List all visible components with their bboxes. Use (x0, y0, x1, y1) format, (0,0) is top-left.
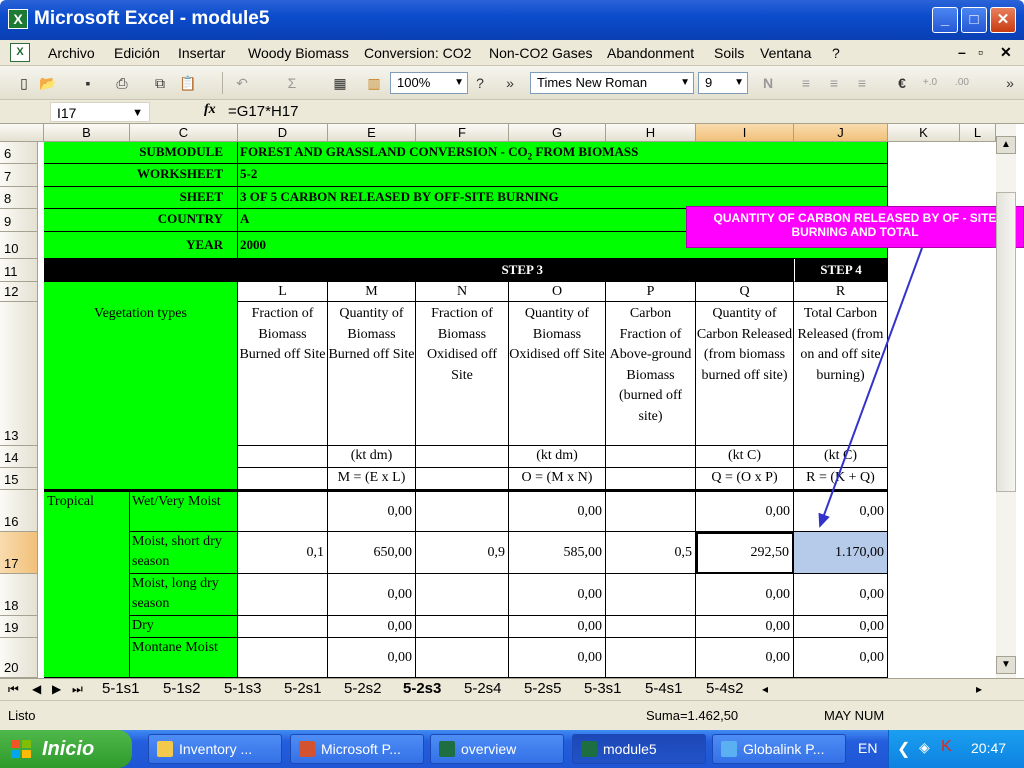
doc-restore-button[interactable]: ▫ (978, 44, 983, 60)
copy-icon[interactable]: ⧉ (150, 74, 170, 92)
excel-icon (439, 741, 455, 757)
close-button[interactable]: ✕ (990, 7, 1016, 33)
antivirus-icon[interactable]: K (941, 738, 952, 756)
status-bar: Listo Suma=1.462,50 MAY NUM (0, 700, 1024, 730)
menu-conversion-co2[interactable]: Conversion: CO2 (364, 45, 471, 61)
decrease-decimal-icon[interactable]: .00 (952, 74, 972, 92)
sheet-tab-bar: ⏮ ◀ ▶ ⏭ 5-1s1 5-1s2 5-1s3 5-2s1 5-2s2 5-… (0, 678, 1024, 700)
next-sheet-icon[interactable]: ▶ (52, 682, 61, 696)
window-title: Microsoft Excel - module5 (34, 8, 270, 29)
sheet-tab[interactable]: 5-1s2 (163, 680, 201, 697)
help-icon[interactable]: ? (470, 74, 490, 92)
maximize-button[interactable]: □ (961, 7, 987, 33)
font-size-select[interactable]: 9 ▼ (698, 72, 748, 94)
sheet-tab[interactable]: 5-2s2 (344, 680, 382, 697)
vertical-scrollbar[interactable]: ▲ ▼ (996, 124, 1016, 678)
function-icon[interactable]: ▦ (330, 74, 350, 92)
menu-ventana[interactable]: Ventana (760, 45, 811, 61)
last-sheet-icon[interactable]: ⏭ (72, 682, 83, 697)
toolbar-separator (222, 72, 223, 94)
sheet-tab[interactable]: 5-2s4 (464, 680, 502, 697)
paste-icon[interactable]: 📋 (178, 74, 198, 92)
tab-scroll-right-icon[interactable]: ▸ (976, 682, 982, 696)
align-left-icon[interactable]: ≡ (796, 74, 816, 92)
increase-decimal-icon[interactable]: +.0 (920, 74, 940, 92)
sheet-tab[interactable]: 5-4s1 (645, 680, 683, 697)
powerpoint-icon (299, 741, 315, 757)
start-label: Inicio (42, 738, 95, 760)
align-center-icon[interactable]: ≡ (824, 74, 844, 92)
status-ready: Listo (8, 708, 36, 723)
sheet-tab[interactable]: 5-3s1 (584, 680, 622, 697)
status-sum: Suma=1.462,50 (646, 708, 739, 723)
undo-icon[interactable]: ↶ (232, 74, 252, 92)
callout-arrow (818, 247, 923, 528)
menu-bar: X Archivo Edición Insertar Woody Biomass… (0, 40, 1024, 66)
prev-sheet-icon[interactable]: ◀ (32, 682, 41, 696)
more-icon[interactable]: » (500, 74, 520, 92)
title-bar: X Microsoft Excel - module5 _ □ ✕ (0, 0, 1024, 40)
zoom-select[interactable]: 100% ▼ (390, 72, 468, 94)
sheet-tab-active[interactable]: 5-2s3 (403, 680, 441, 697)
sheet-tab[interactable]: 5-2s1 (284, 680, 322, 697)
language-indicator[interactable]: EN (858, 740, 877, 756)
task-powerpoint[interactable]: Microsoft P... (290, 734, 424, 764)
menu-woody-biomass[interactable]: Woody Biomass (248, 45, 349, 61)
first-sheet-icon[interactable]: ⏮ (8, 682, 19, 697)
network-icon[interactable]: ◈ (919, 739, 930, 756)
chart-icon[interactable]: ▥ (364, 74, 384, 92)
sheet-tab[interactable]: 5-2s5 (524, 680, 562, 697)
scroll-down-icon[interactable]: ▼ (996, 656, 1016, 674)
system-tray: ❮ ◈ K 20:47 (888, 730, 1024, 768)
formula-bar: I17 ▼ fx =G17*H17 (0, 100, 1024, 124)
status-mode: MAY NUM (824, 708, 885, 723)
doc-minimize-button[interactable]: – (958, 44, 966, 60)
font-select[interactable]: Times New Roman ▼ (530, 72, 694, 94)
doc-close-button[interactable]: ✕ (1000, 44, 1012, 61)
folder-icon (157, 741, 173, 757)
autosum-icon[interactable]: Σ (282, 74, 302, 92)
toolbar-more-icon[interactable]: » (1000, 74, 1020, 92)
menu-non-co2-gases[interactable]: Non-CO2 Gases (489, 45, 592, 61)
save-icon[interactable]: ▪ (78, 74, 98, 92)
print-icon[interactable]: ⎙ (112, 74, 132, 92)
menu-abandonment[interactable]: Abandonment (607, 45, 694, 61)
menu-soils[interactable]: Soils (714, 45, 744, 61)
sheet-tab[interactable]: 5-1s3 (224, 680, 262, 697)
sheet-tab[interactable]: 5-1s1 (102, 680, 140, 697)
open-icon[interactable]: 📂 (38, 74, 58, 92)
excel-icon: X (8, 9, 28, 29)
menu-help[interactable]: ? (832, 45, 840, 61)
spreadsheet-grid[interactable]: B C D E F G H I J K L 6 7 8 9 10 11 12 1… (0, 124, 1024, 678)
minimize-button[interactable]: _ (932, 7, 958, 33)
scroll-thumb[interactable] (996, 192, 1016, 492)
workbook-icon[interactable]: X (10, 43, 30, 62)
menu-edicion[interactable]: Edición (114, 45, 160, 61)
task-module5[interactable]: module5 (572, 734, 706, 764)
tray-expand-icon[interactable]: ❮ (897, 739, 910, 759)
menu-archivo[interactable]: Archivo (48, 45, 95, 61)
currency-icon[interactable]: € (892, 74, 912, 92)
windows-logo-icon (11, 740, 31, 758)
start-button[interactable]: Inicio (0, 730, 132, 768)
menu-insertar[interactable]: Insertar (178, 45, 225, 61)
tab-scroll-left-icon[interactable]: ◂ (762, 682, 768, 696)
excel-icon (581, 741, 597, 757)
function-icon[interactable]: fx (204, 102, 216, 118)
clock: 20:47 (971, 740, 1007, 756)
task-globalink[interactable]: Globalink P... (712, 734, 846, 764)
taskbar: Inicio Inventory ... Microsoft P... over… (0, 730, 1024, 768)
globe-icon (721, 741, 737, 757)
task-overview[interactable]: overview (430, 734, 564, 764)
bold-icon[interactable]: N (758, 74, 778, 92)
sheet-tab[interactable]: 5-4s2 (706, 680, 744, 697)
name-box[interactable]: I17 ▼ (50, 102, 150, 122)
align-right-icon[interactable]: ≡ (852, 74, 872, 92)
scroll-up-icon[interactable]: ▲ (996, 136, 1016, 154)
formula-input[interactable]: =G17*H17 (228, 103, 298, 120)
task-inventory[interactable]: Inventory ... (148, 734, 282, 764)
toolbar: ▯ 📂 ▪ ⎙ ⧉ 📋 ↶ Σ ▦ ▥ 100% ▼ ? » Times New … (0, 66, 1024, 100)
new-icon[interactable]: ▯ (14, 74, 34, 92)
